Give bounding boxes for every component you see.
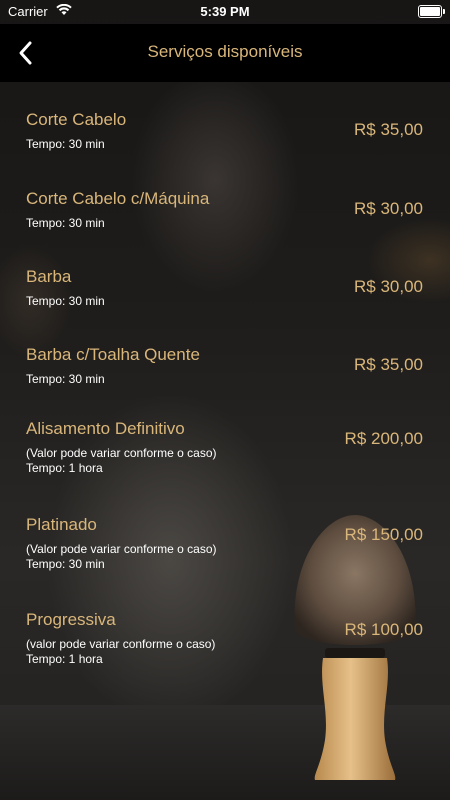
service-name: Platinado [26, 515, 97, 534]
service-price: R$ 150,00 [344, 525, 423, 544]
page-title: Serviços disponíveis [147, 42, 303, 61]
shaving-brush-image [294, 515, 416, 780]
service-time: Tempo: 30 min [26, 216, 105, 230]
service-price: R$ 35,00 [354, 355, 423, 374]
service-price: R$ 30,00 [354, 199, 423, 218]
service-note: (Valor pode variar conforme o caso) [26, 446, 217, 460]
service-name: Barba c/Toalha Quente [26, 345, 200, 364]
service-name: Barba [26, 267, 72, 286]
service-time: Tempo: 30 min [26, 557, 105, 571]
service-time: Tempo: 30 min [26, 137, 105, 151]
status-bar: Carrier 5:39 PM [0, 0, 450, 24]
service-name: Progressiva [26, 610, 116, 629]
service-price: R$ 30,00 [354, 277, 423, 296]
service-name: Corte Cabelo [26, 110, 127, 129]
service-price: R$ 100,00 [344, 620, 423, 639]
service-note: (valor pode variar conforme o caso) [26, 637, 216, 651]
service-time: Tempo: 30 min [26, 372, 105, 386]
service-note: (Valor pode variar conforme o caso) [26, 542, 217, 556]
service-name: Corte Cabelo c/Máquina [26, 189, 210, 208]
status-time: 5:39 PM [200, 4, 250, 19]
screen: Carrier 5:39 PM Serviços disponíveis Cor… [0, 0, 450, 800]
navigation-bar: Serviços disponíveis [0, 24, 450, 82]
service-name: Alisamento Definitivo [26, 419, 185, 438]
service-time: Tempo: 1 hora [26, 461, 103, 475]
service-time: Tempo: 30 min [26, 294, 105, 308]
service-price: R$ 35,00 [354, 120, 423, 139]
service-price: R$ 200,00 [344, 429, 423, 448]
battery-icon [418, 5, 445, 18]
service-time: Tempo: 1 hora [26, 652, 103, 666]
